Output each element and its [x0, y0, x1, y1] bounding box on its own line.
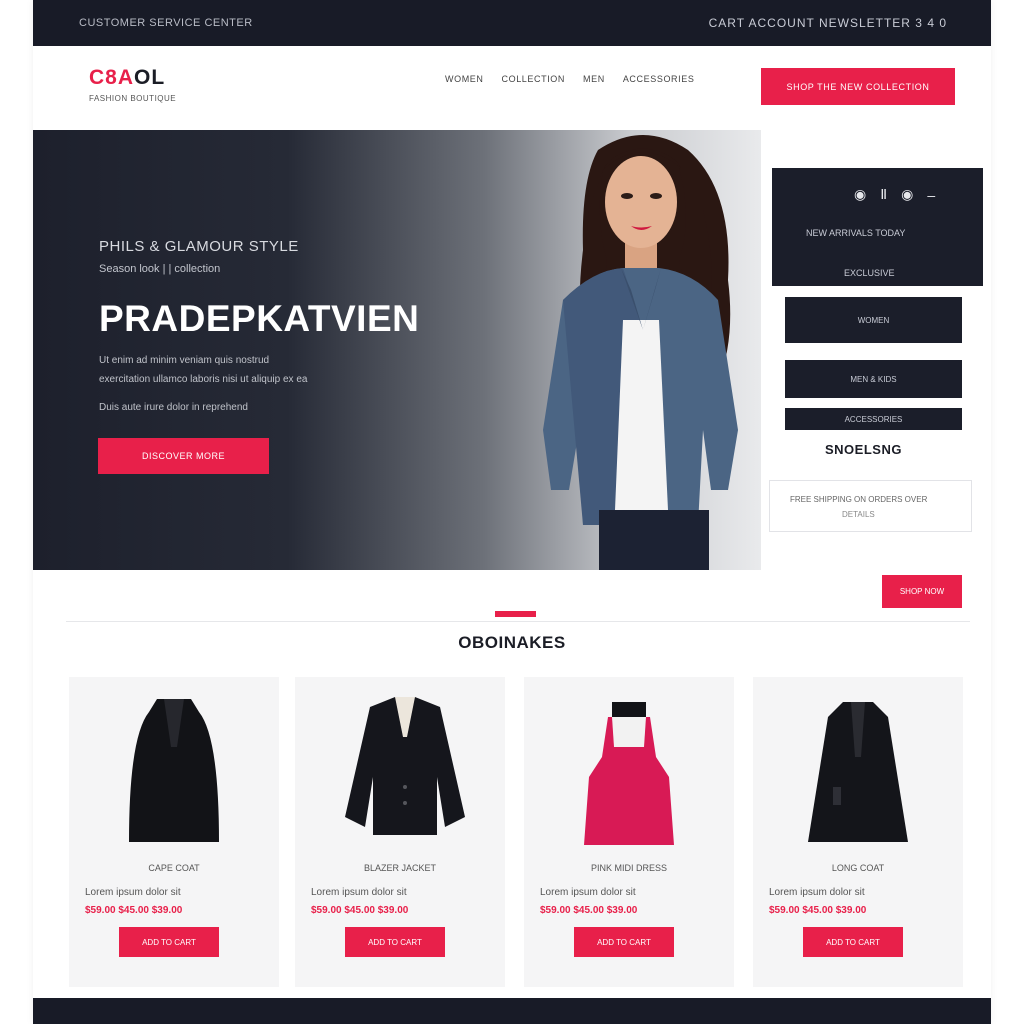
side-panel-line-2: EXCLUSIVE	[844, 268, 895, 278]
product-image-long-coat[interactable]	[753, 677, 963, 852]
product-description: Lorem ipsum dolor sit	[540, 887, 636, 898]
side-card-line-2[interactable]: DETAILS	[842, 510, 875, 519]
side-cta-button[interactable]: SHOP NOW	[882, 575, 962, 608]
hero-banner: PHILS & GLAMOUR STYLE Season look | | co…	[33, 130, 761, 570]
hero-description-line-1: Ut enim ad minim veniam quis nostrud	[99, 355, 270, 366]
product-name: LONG COAT	[831, 863, 885, 873]
logo-letter-c: C	[89, 66, 106, 89]
top-bar: CUSTOMER SERVICE CENTER CART ACCOUNT NEW…	[33, 0, 991, 46]
product-price: $59.00 $45.00 $39.00	[540, 905, 638, 916]
add-to-cart-button[interactable]: ADD TO CART	[803, 927, 903, 957]
product-card[interactable]: BLAZER JACKET Lorem ipsum dolor sit $59.…	[295, 677, 505, 987]
section-divider	[66, 621, 970, 622]
side-button-men-kids[interactable]: MEN & KIDS	[785, 360, 962, 398]
logo[interactable]: C8AOL FASHION BOUTIQUE	[89, 66, 176, 103]
minus-icon[interactable]: –	[927, 187, 935, 203]
product-name: PINK MIDI DRESS	[590, 863, 667, 873]
product-description: Lorem ipsum dolor sit	[769, 887, 865, 898]
section-accent-bar	[495, 611, 536, 617]
header-cta-button[interactable]: SHOP THE NEW COLLECTION	[761, 68, 955, 105]
product-description: Lorem ipsum dolor sit	[311, 887, 407, 898]
product-image-cape-coat[interactable]	[69, 677, 279, 852]
logo-letters-8a: 8A	[105, 66, 135, 89]
nav-link-women[interactable]: WOMEN	[445, 74, 484, 84]
top-bar-left-text[interactable]: CUSTOMER SERVICE CENTER	[79, 17, 253, 29]
side-button-women[interactable]: WOMEN	[785, 297, 962, 343]
hero-description-line-3: Duis aute irure dolor in reprehend	[99, 402, 248, 413]
main-nav: WOMEN COLLECTION MEN ACCESSORIES	[445, 74, 694, 84]
product-name: CAPE COAT	[148, 863, 200, 873]
product-price: $59.00 $45.00 $39.00	[311, 905, 409, 916]
hero-model-image	[543, 135, 738, 570]
product-card[interactable]: CAPE COAT Lorem ipsum dolor sit $59.00 $…	[69, 677, 279, 987]
side-panel-line-1: NEW ARRIVALS TODAY	[806, 228, 906, 238]
product-image-blazer-jacket[interactable]	[295, 677, 505, 852]
add-to-cart-button[interactable]: ADD TO CART	[119, 927, 219, 957]
product-card[interactable]: PINK MIDI DRESS Lorem ipsum dolor sit $5…	[524, 677, 734, 987]
site-header: C8AOL FASHION BOUTIQUE WOMEN COLLECTION …	[33, 46, 991, 130]
side-panel-icons: ◉ Ⅱ ◉ –	[854, 186, 935, 203]
side-card-line-1: FREE SHIPPING ON ORDERS OVER	[790, 495, 928, 504]
logo-letters-ol: OL	[134, 66, 166, 89]
add-to-cart-button[interactable]: ADD TO CART	[345, 927, 445, 957]
section-title: OBOINAKES	[458, 633, 566, 652]
heart-icon[interactable]: Ⅱ	[880, 186, 887, 203]
product-image-pink-midi-dress[interactable]	[524, 677, 734, 852]
side-panel: ◉ Ⅱ ◉ – NEW ARRIVALS TODAY EXCLUSIVE	[772, 168, 983, 286]
product-card[interactable]: LONG COAT Lorem ipsum dolor sit $59.00 $…	[753, 677, 963, 987]
logo-mark: C8AOL	[89, 66, 176, 90]
logo-tagline: FASHION BOUTIQUE	[89, 94, 177, 103]
clock-icon[interactable]: ◉	[901, 186, 913, 203]
hero-cta-button[interactable]: DISCOVER MORE	[98, 438, 269, 474]
hero-title: PRADEPKATVIEN	[99, 298, 420, 339]
nav-link-collection[interactable]: COLLECTION	[502, 74, 566, 84]
product-price: $59.00 $45.00 $39.00	[769, 905, 867, 916]
side-button-accessories[interactable]: ACCESSORIES	[785, 408, 962, 430]
nav-link-men[interactable]: MEN	[583, 74, 605, 84]
page: CUSTOMER SERVICE CENTER CART ACCOUNT NEW…	[0, 0, 1024, 1024]
side-heading: SNOELSNG	[825, 442, 902, 457]
nav-link-accessories[interactable]: ACCESSORIES	[623, 74, 695, 84]
site-frame: CUSTOMER SERVICE CENTER CART ACCOUNT NEW…	[33, 0, 991, 1024]
product-description: Lorem ipsum dolor sit	[85, 887, 181, 898]
top-bar-links[interactable]: CART ACCOUNT NEWSLETTER 3 4 0	[709, 16, 947, 30]
hero-subeyebrow: Season look | | collection	[99, 263, 221, 275]
hero-eyebrow: PHILS & GLAMOUR STYLE	[99, 238, 299, 255]
hero-description-line-2: exercitation ullamco laboris nisi ut ali…	[99, 374, 308, 385]
add-to-cart-button[interactable]: ADD TO CART	[574, 927, 674, 957]
side-info-card: FREE SHIPPING ON ORDERS OVER DETAILS	[769, 480, 972, 532]
site-footer	[33, 998, 991, 1024]
product-name: BLAZER JACKET	[363, 863, 437, 873]
product-price: $59.00 $45.00 $39.00	[85, 905, 183, 916]
instagram-icon[interactable]: ◉	[854, 186, 866, 203]
